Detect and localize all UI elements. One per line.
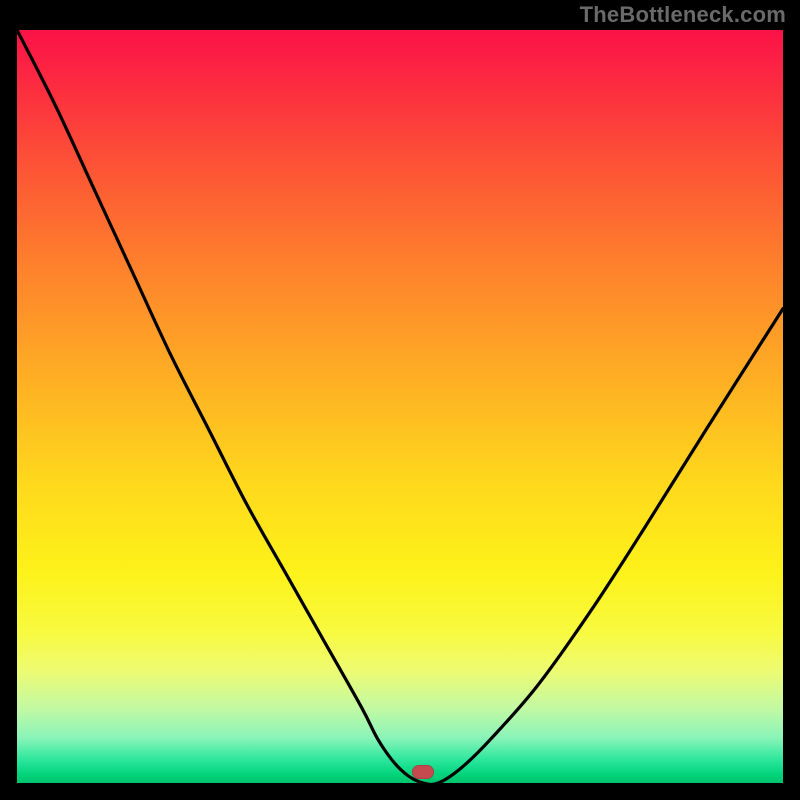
watermark-text: TheBottleneck.com [580,2,786,28]
optimum-marker-icon [412,765,434,779]
bottleneck-curve [17,30,783,783]
plot-area [17,30,783,783]
chart-frame: TheBottleneck.com [0,0,800,800]
